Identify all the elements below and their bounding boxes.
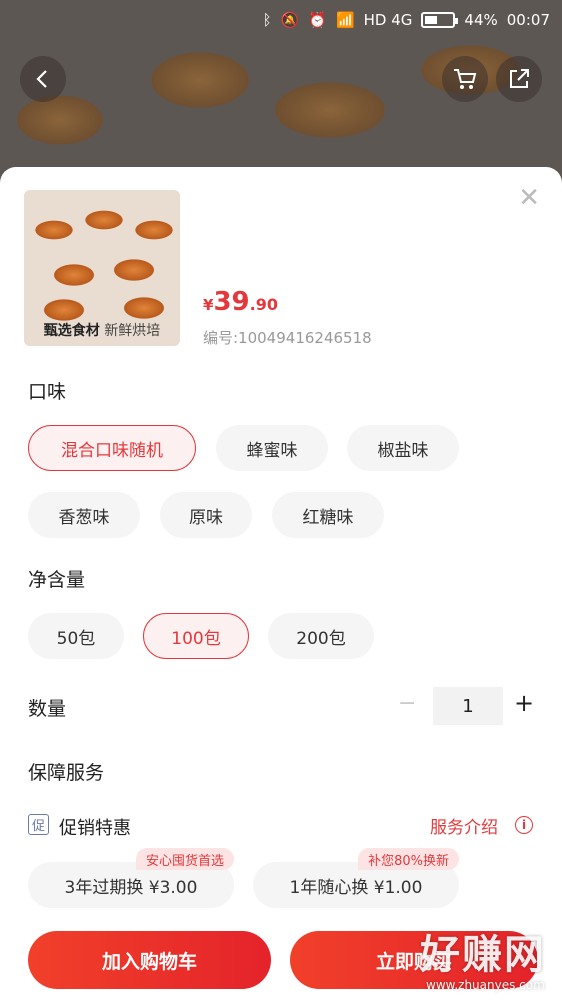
- service-intro-link[interactable]: 服务介绍: [430, 813, 498, 838]
- back-arrow-icon: [36, 70, 47, 88]
- flavor-title: 口味: [28, 381, 67, 403]
- quantity-title: 数量: [28, 698, 67, 720]
- bluetooth-icon: ᛒ: [262, 11, 272, 29]
- clock: 00:07: [506, 11, 550, 29]
- caption-bold: 甄选食材: [43, 323, 100, 339]
- net-content-option-100[interactable]: 100包: [143, 613, 249, 659]
- price-currency: ¥: [203, 296, 214, 314]
- cart-button[interactable]: [442, 56, 488, 102]
- sku-selection-sheet: ✕ 甄选食材 新鲜烘培 ¥39.90 编号:10049416246518 口味 …: [0, 167, 562, 1000]
- mute-icon: 🔕: [280, 11, 300, 29]
- battery-percent: 44%: [464, 11, 498, 29]
- flavor-option-honey[interactable]: 蜂蜜味: [216, 425, 328, 471]
- sku-number: 编号:10049416246518: [203, 329, 372, 347]
- alarm-icon: ⏰: [308, 11, 327, 29]
- flavor-option-scallion[interactable]: 香葱味: [28, 492, 140, 538]
- watermark-text: 好赚网: [420, 932, 546, 978]
- flavor-option-original[interactable]: 原味: [160, 492, 252, 538]
- service-option-label: 3年过期换 ¥3.00: [64, 877, 198, 898]
- add-to-cart-button[interactable]: 加入购物车: [28, 931, 271, 989]
- quantity-increase-button[interactable]: +: [514, 689, 534, 717]
- flavor-option-mixed[interactable]: 混合口味随机: [28, 425, 196, 471]
- guarantee-title: 保障服务: [28, 762, 105, 784]
- share-button[interactable]: [496, 56, 542, 102]
- caption-sub: 新鲜烘培: [104, 323, 161, 339]
- cart-icon: [454, 69, 477, 89]
- flavor-option-brown-sugar[interactable]: 红糖味: [272, 492, 384, 538]
- quantity-decrease-button[interactable]: −: [398, 691, 416, 716]
- share-icon: [510, 69, 529, 88]
- promo-label: 促销特惠: [59, 818, 131, 839]
- net-content-option-50[interactable]: 50包: [28, 613, 124, 659]
- thumbnail-caption: 甄选食材 新鲜烘培: [24, 320, 180, 340]
- promo-icon: 促: [28, 814, 49, 835]
- price-decimal: .90: [249, 295, 278, 314]
- network-type: HD 4G: [363, 11, 413, 29]
- status-bar: ᛒ 🔕 ⏰ 📶 HD 4G 44% 00:07: [0, 0, 562, 40]
- battery-icon: [421, 12, 459, 28]
- flavor-option-pepper-salt[interactable]: 椒盐味: [347, 425, 459, 471]
- service-option-3yr-exchange[interactable]: 3年过期换 ¥3.00 安心囤货首选: [28, 848, 234, 908]
- service-option-label: 1年随心换 ¥1.00: [289, 877, 423, 898]
- info-icon[interactable]: i: [515, 816, 533, 834]
- watermark-logo: 好赚网 www.zhuanyes.com: [420, 922, 546, 992]
- quantity-input[interactable]: 1: [433, 687, 503, 725]
- close-button[interactable]: ✕: [518, 185, 540, 211]
- watermark-url: www.zhuanyes.com: [426, 978, 545, 992]
- net-content-option-200[interactable]: 200包: [268, 613, 374, 659]
- service-option-tag: 安心囤货首选: [135, 848, 234, 870]
- back-button[interactable]: [20, 56, 66, 102]
- close-icon: ✕: [518, 183, 540, 213]
- service-option-tag: 补您80%换新: [358, 848, 459, 870]
- product-thumbnail: 甄选食材 新鲜烘培: [24, 190, 180, 346]
- wifi-icon: 📶: [335, 11, 355, 29]
- price: ¥39.90: [203, 287, 278, 317]
- price-integer: 39: [213, 287, 250, 317]
- net-content-title: 净含量: [28, 569, 86, 591]
- service-option-1yr-exchange[interactable]: 1年随心换 ¥1.00 补您80%换新: [253, 848, 459, 908]
